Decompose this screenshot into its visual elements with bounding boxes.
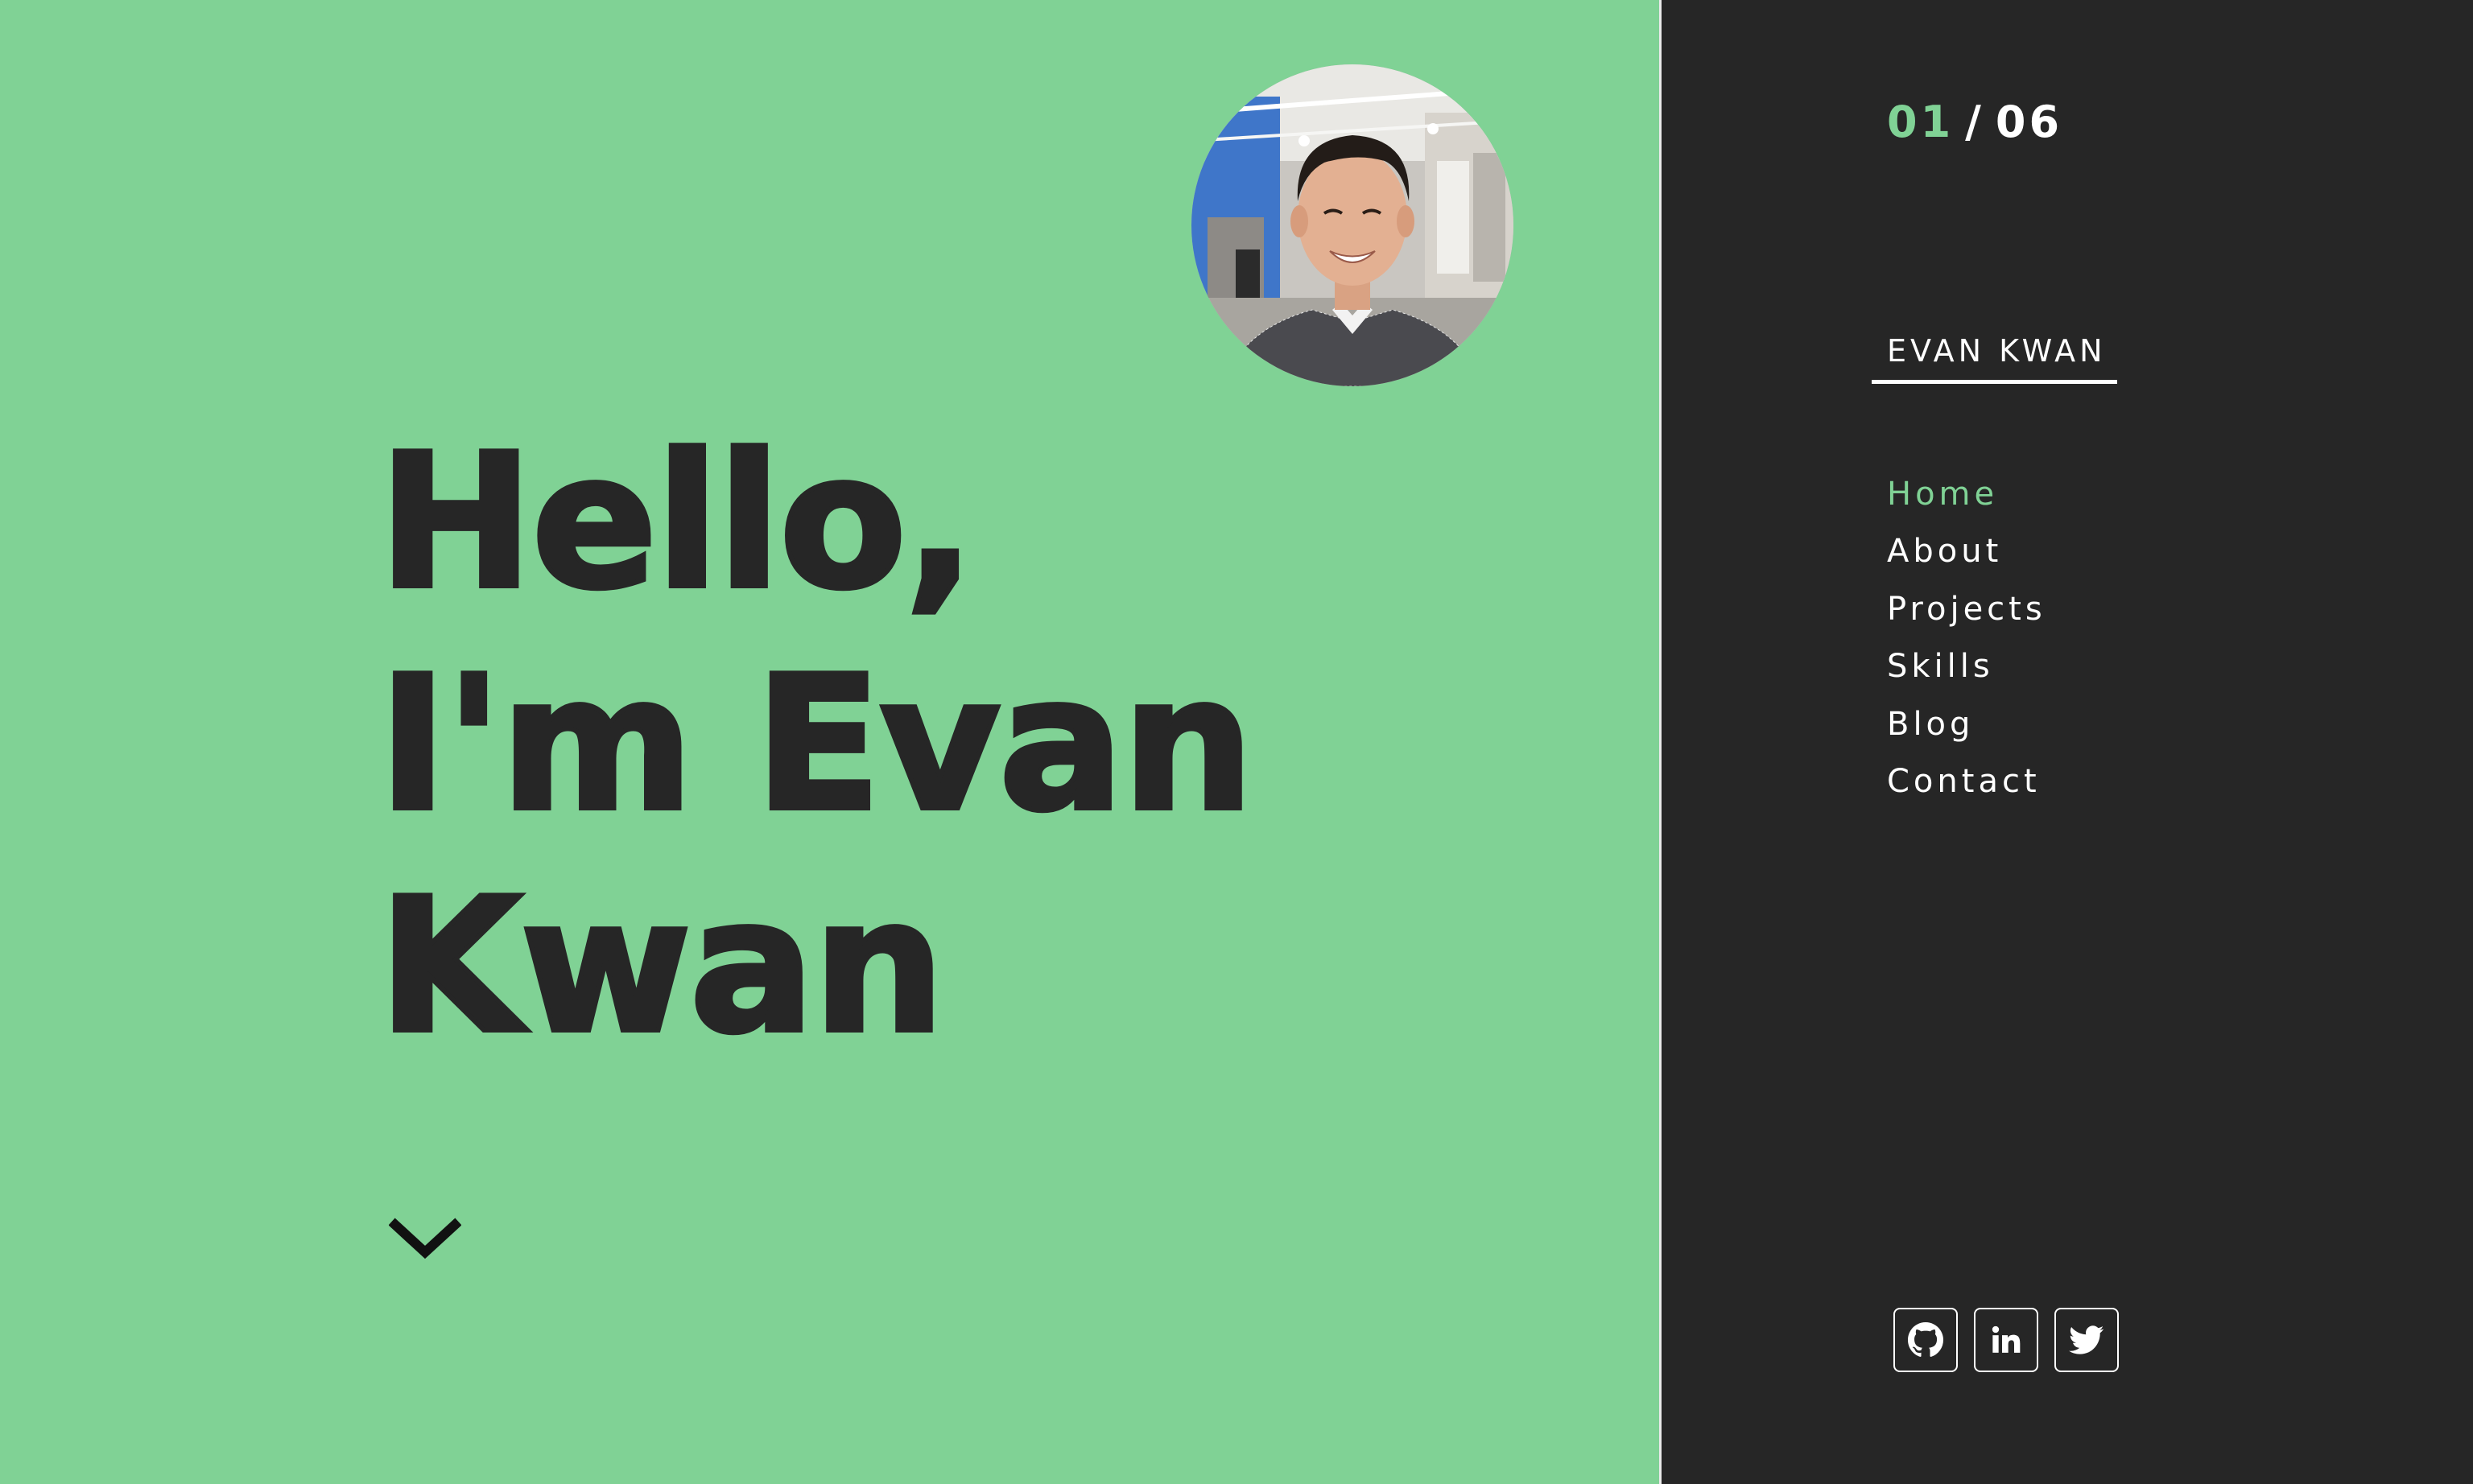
profile-photo <box>1191 64 1513 386</box>
nav-item-contact[interactable]: Contact <box>1887 759 2046 816</box>
linkedin-icon <box>1992 1325 2021 1353</box>
avatar <box>1191 64 1513 386</box>
slide-counter-current: 01 <box>1887 97 1955 147</box>
linkedin-link[interactable] <box>1974 1308 2038 1372</box>
nav-item-blog[interactable]: Blog <box>1887 702 2046 759</box>
slide-counter: 01/06 <box>1887 97 2062 147</box>
headline-line-1: Hello, <box>376 413 978 633</box>
twitter-link[interactable] <box>2054 1308 2119 1372</box>
nav-item-home[interactable]: Home <box>1887 472 2046 529</box>
hero-headline: Hello, I'm Evan Kwan <box>376 412 1257 1078</box>
twitter-icon <box>2069 1325 2104 1354</box>
nav-item-about[interactable]: About <box>1887 529 2046 586</box>
main-nav: Home About Projects Skills Blog Contact <box>1887 472 2046 816</box>
github-link[interactable] <box>1893 1308 1958 1372</box>
hero-section: Hello, I'm Evan Kwan <box>0 0 1659 1484</box>
nav-item-projects[interactable]: Projects <box>1887 587 2046 644</box>
sidebar: 01/06 EVAN KWAN Home About Projects Skil… <box>1659 0 2473 1484</box>
headline-line-2: I'm Evan <box>376 635 1257 855</box>
brand-name[interactable]: EVAN KWAN <box>1872 333 2117 384</box>
github-icon <box>1908 1322 1943 1357</box>
scroll-down-button[interactable] <box>386 1211 464 1268</box>
social-links <box>1893 1308 2119 1372</box>
headline-line-3: Kwan <box>376 857 948 1077</box>
chevron-down-icon <box>389 1218 461 1259</box>
nav-item-skills[interactable]: Skills <box>1887 644 2046 701</box>
slide-counter-separator: / <box>1965 97 1984 147</box>
portfolio-page: Hello, I'm Evan Kwan 01/06 EVAN KWAN Hom… <box>0 0 2473 1484</box>
slide-counter-total: 06 <box>1995 97 2063 147</box>
